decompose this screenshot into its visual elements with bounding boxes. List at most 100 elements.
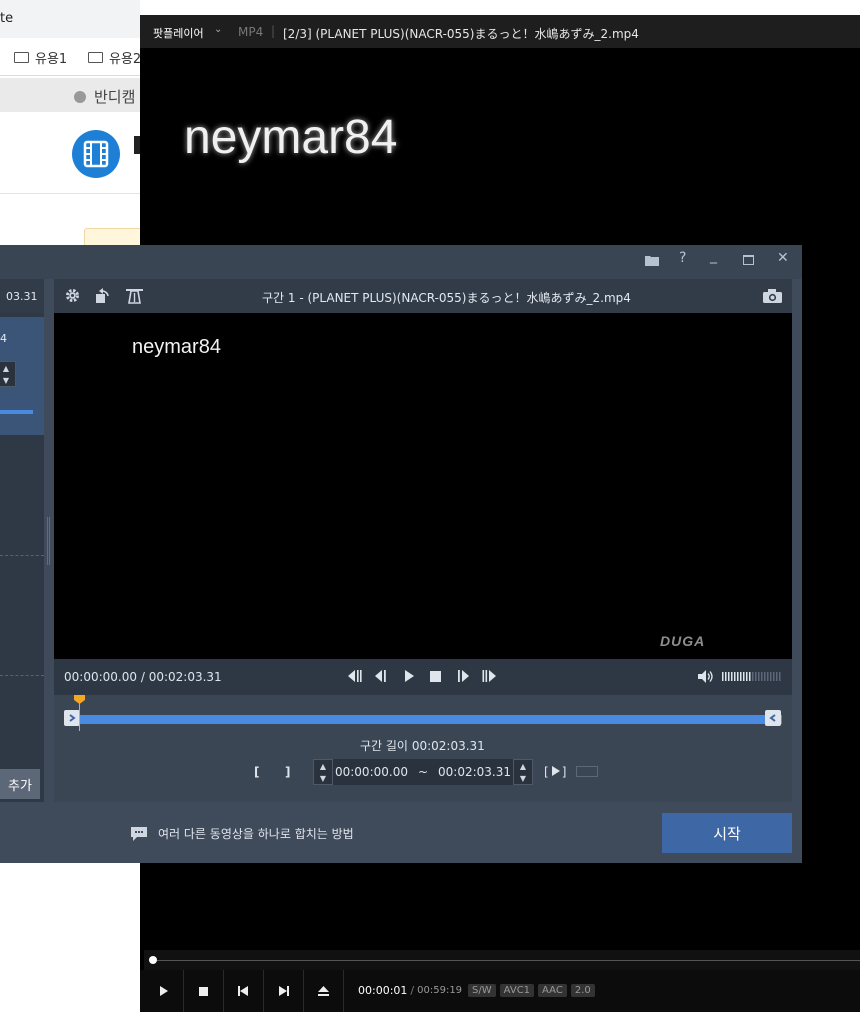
total-time: 00:02:03.31 bbox=[148, 670, 222, 684]
volume-icon[interactable] bbox=[698, 670, 714, 686]
time-separator: / bbox=[410, 984, 415, 997]
end-time-stepper[interactable]: ▲ ▼ bbox=[513, 759, 533, 785]
maximize-icon[interactable] bbox=[743, 253, 754, 269]
minimize-icon[interactable]: _ bbox=[710, 248, 717, 264]
arrow-down-icon[interactable]: ▼ bbox=[3, 376, 9, 385]
potplayer-seekbar[interactable] bbox=[144, 950, 860, 970]
panel-splitter[interactable] bbox=[47, 517, 50, 565]
film-logo-icon bbox=[72, 130, 120, 178]
bookmark-folder-2[interactable]: 유용2 bbox=[88, 48, 141, 67]
list-divider bbox=[0, 555, 44, 556]
gear-icon[interactable] bbox=[64, 287, 81, 307]
list-item-selected[interactable]: 4 ▲ ▼ bbox=[0, 317, 44, 435]
segment-timeline[interactable] bbox=[64, 715, 782, 724]
range-start-field[interactable]: 00:00:00.00 bbox=[335, 765, 408, 779]
list-item-text: 4 bbox=[0, 332, 7, 345]
bookmark-folder-1[interactable]: 유용1 bbox=[14, 48, 67, 67]
current-time: 00:00:01 bbox=[358, 984, 408, 997]
stop-icon[interactable] bbox=[430, 671, 441, 685]
start-time-stepper[interactable]: ▲ ▼ bbox=[313, 759, 333, 785]
help-icon[interactable]: ? bbox=[679, 250, 686, 266]
loop-toggle[interactable] bbox=[576, 766, 598, 777]
play-icon bbox=[159, 986, 168, 996]
add-button[interactable]: 추가 bbox=[0, 769, 40, 799]
eject-button[interactable] bbox=[304, 970, 344, 1012]
arrow-up-icon[interactable]: ▲ bbox=[3, 364, 9, 373]
list-divider bbox=[0, 675, 44, 676]
range-input[interactable]: 00:00:00.00 ~ 00:02:03.31 bbox=[333, 759, 513, 785]
playback-bar: 00:00:00.00 / 00:02:03.31 bbox=[54, 659, 792, 695]
bookmark-label: 유용2 bbox=[109, 52, 142, 67]
codec-tag: AAC bbox=[538, 984, 567, 997]
play-icon[interactable] bbox=[404, 670, 414, 685]
bookmark-label: 유용1 bbox=[35, 52, 68, 67]
seek-handle[interactable] bbox=[149, 956, 157, 964]
start-button[interactable]: 시작 bbox=[662, 813, 792, 853]
folder-icon bbox=[14, 52, 29, 63]
video-preview[interactable]: neymar84 DUGA bbox=[54, 313, 792, 659]
range-end-field[interactable]: 00:02:03.31 bbox=[438, 765, 511, 779]
potplayer-menu-button[interactable]: 팟플레이어 bbox=[153, 25, 204, 41]
format-label: MP4 bbox=[238, 25, 264, 39]
list-progress bbox=[0, 410, 33, 414]
potplayer-file-title: [2/3] (PLANET PLUS)(NACR-055)まるっと！水嶋あずみ_… bbox=[283, 27, 639, 41]
play-button[interactable] bbox=[144, 970, 184, 1012]
prev-frame-icon[interactable] bbox=[374, 670, 387, 685]
arrow-up-icon[interactable]: ▲ bbox=[320, 762, 326, 771]
potplayer-controls: 00:00:01 / 00:59:19 S/W AVC1 AAC 2.0 bbox=[140, 970, 860, 1012]
playhead-marker[interactable] bbox=[74, 695, 86, 731]
browser-tab[interactable]: te bbox=[0, 0, 140, 38]
file-list-panel: 03.31 4 ▲ ▼ 추가 bbox=[0, 279, 44, 802]
camera-icon[interactable] bbox=[762, 288, 783, 307]
set-end-icon[interactable]: ] bbox=[285, 765, 290, 779]
bandicut-window: ? _ ✕ 03.31 4 ▲ ▼ 추가 구간 1 - (PLANET PLUS… bbox=[0, 245, 802, 863]
codec-tag: 2.0 bbox=[570, 984, 595, 997]
segment-file-title: 구간 1 - (PLANET PLUS)(NACR-055)まるっと！水嶋あずみ… bbox=[262, 291, 631, 305]
playback-time: 00:00:00.00 / 00:02:03.31 bbox=[64, 670, 222, 684]
segment-editor: 구간 길이 00:02:03.31 [ ] ▲ ▼ 00:00:00.00 ~ 0… bbox=[54, 695, 792, 802]
next-frame-icon[interactable] bbox=[457, 670, 470, 685]
preview-overlay-text: neymar84 bbox=[132, 336, 221, 358]
current-time: 00:00:00.00 bbox=[64, 670, 137, 684]
stop-button[interactable] bbox=[184, 970, 224, 1012]
browser-tab-title: te bbox=[0, 11, 14, 26]
playhead-line bbox=[79, 703, 80, 731]
video-overlay-text: neymar84 bbox=[184, 111, 398, 164]
file-header-bar: 구간 1 - (PLANET PLUS)(NACR-055)まるっと！水嶋あずみ… bbox=[54, 279, 792, 313]
jump-end-icon[interactable] bbox=[482, 670, 497, 685]
bandicut-titlebar: ? _ ✕ bbox=[0, 245, 802, 279]
potplayer-titlebar: 팟플레이어 ⌄ MP4 | [2/3] (PLANET PLUS)(NACR-0… bbox=[140, 15, 860, 48]
seek-track bbox=[152, 960, 860, 961]
folder-icon[interactable] bbox=[645, 254, 659, 270]
previous-button[interactable] bbox=[224, 970, 264, 1012]
play-segment-icon[interactable]: [] bbox=[544, 765, 566, 779]
arrow-down-icon[interactable]: ▼ bbox=[320, 774, 326, 783]
list-stepper[interactable]: ▲ ▼ bbox=[0, 361, 16, 387]
segment-length-label: 구간 길이 bbox=[360, 739, 408, 753]
segment-length-value: 00:02:03.31 bbox=[411, 739, 485, 753]
total-time: 00:59:19 bbox=[417, 985, 463, 996]
rotate-icon[interactable] bbox=[94, 287, 111, 307]
list-header: 03.31 bbox=[0, 279, 44, 313]
next-button[interactable] bbox=[264, 970, 304, 1012]
nav-item[interactable]: 반디캠 bbox=[94, 86, 135, 107]
bookmarks-bar: 유용1 유용2 bbox=[0, 38, 141, 76]
volume-slider[interactable] bbox=[722, 672, 782, 681]
time-separator: / bbox=[140, 670, 145, 684]
chevron-down-icon[interactable]: ⌄ bbox=[214, 24, 222, 35]
chat-icon bbox=[131, 826, 147, 845]
merge-help-link[interactable]: 여러 다른 동영상을 하나로 합치는 방법 bbox=[158, 825, 354, 842]
crop-icon[interactable] bbox=[125, 287, 144, 307]
title-separator: | bbox=[271, 24, 276, 38]
duga-watermark: DUGA bbox=[660, 633, 706, 649]
set-start-icon[interactable]: [ bbox=[254, 765, 259, 779]
folder-icon bbox=[88, 52, 103, 63]
jump-start-icon[interactable] bbox=[347, 670, 362, 685]
arrow-up-icon[interactable]: ▲ bbox=[520, 762, 526, 771]
editor-panel: 구간 1 - (PLANET PLUS)(NACR-055)まるっと！水嶋あずみ… bbox=[54, 279, 792, 802]
list-time: 03.31 bbox=[6, 290, 38, 303]
arrow-down-icon[interactable]: ▼ bbox=[520, 774, 526, 783]
segment-end-handle[interactable] bbox=[765, 710, 781, 726]
close-icon[interactable]: ✕ bbox=[777, 250, 789, 266]
stop-icon bbox=[199, 986, 208, 996]
